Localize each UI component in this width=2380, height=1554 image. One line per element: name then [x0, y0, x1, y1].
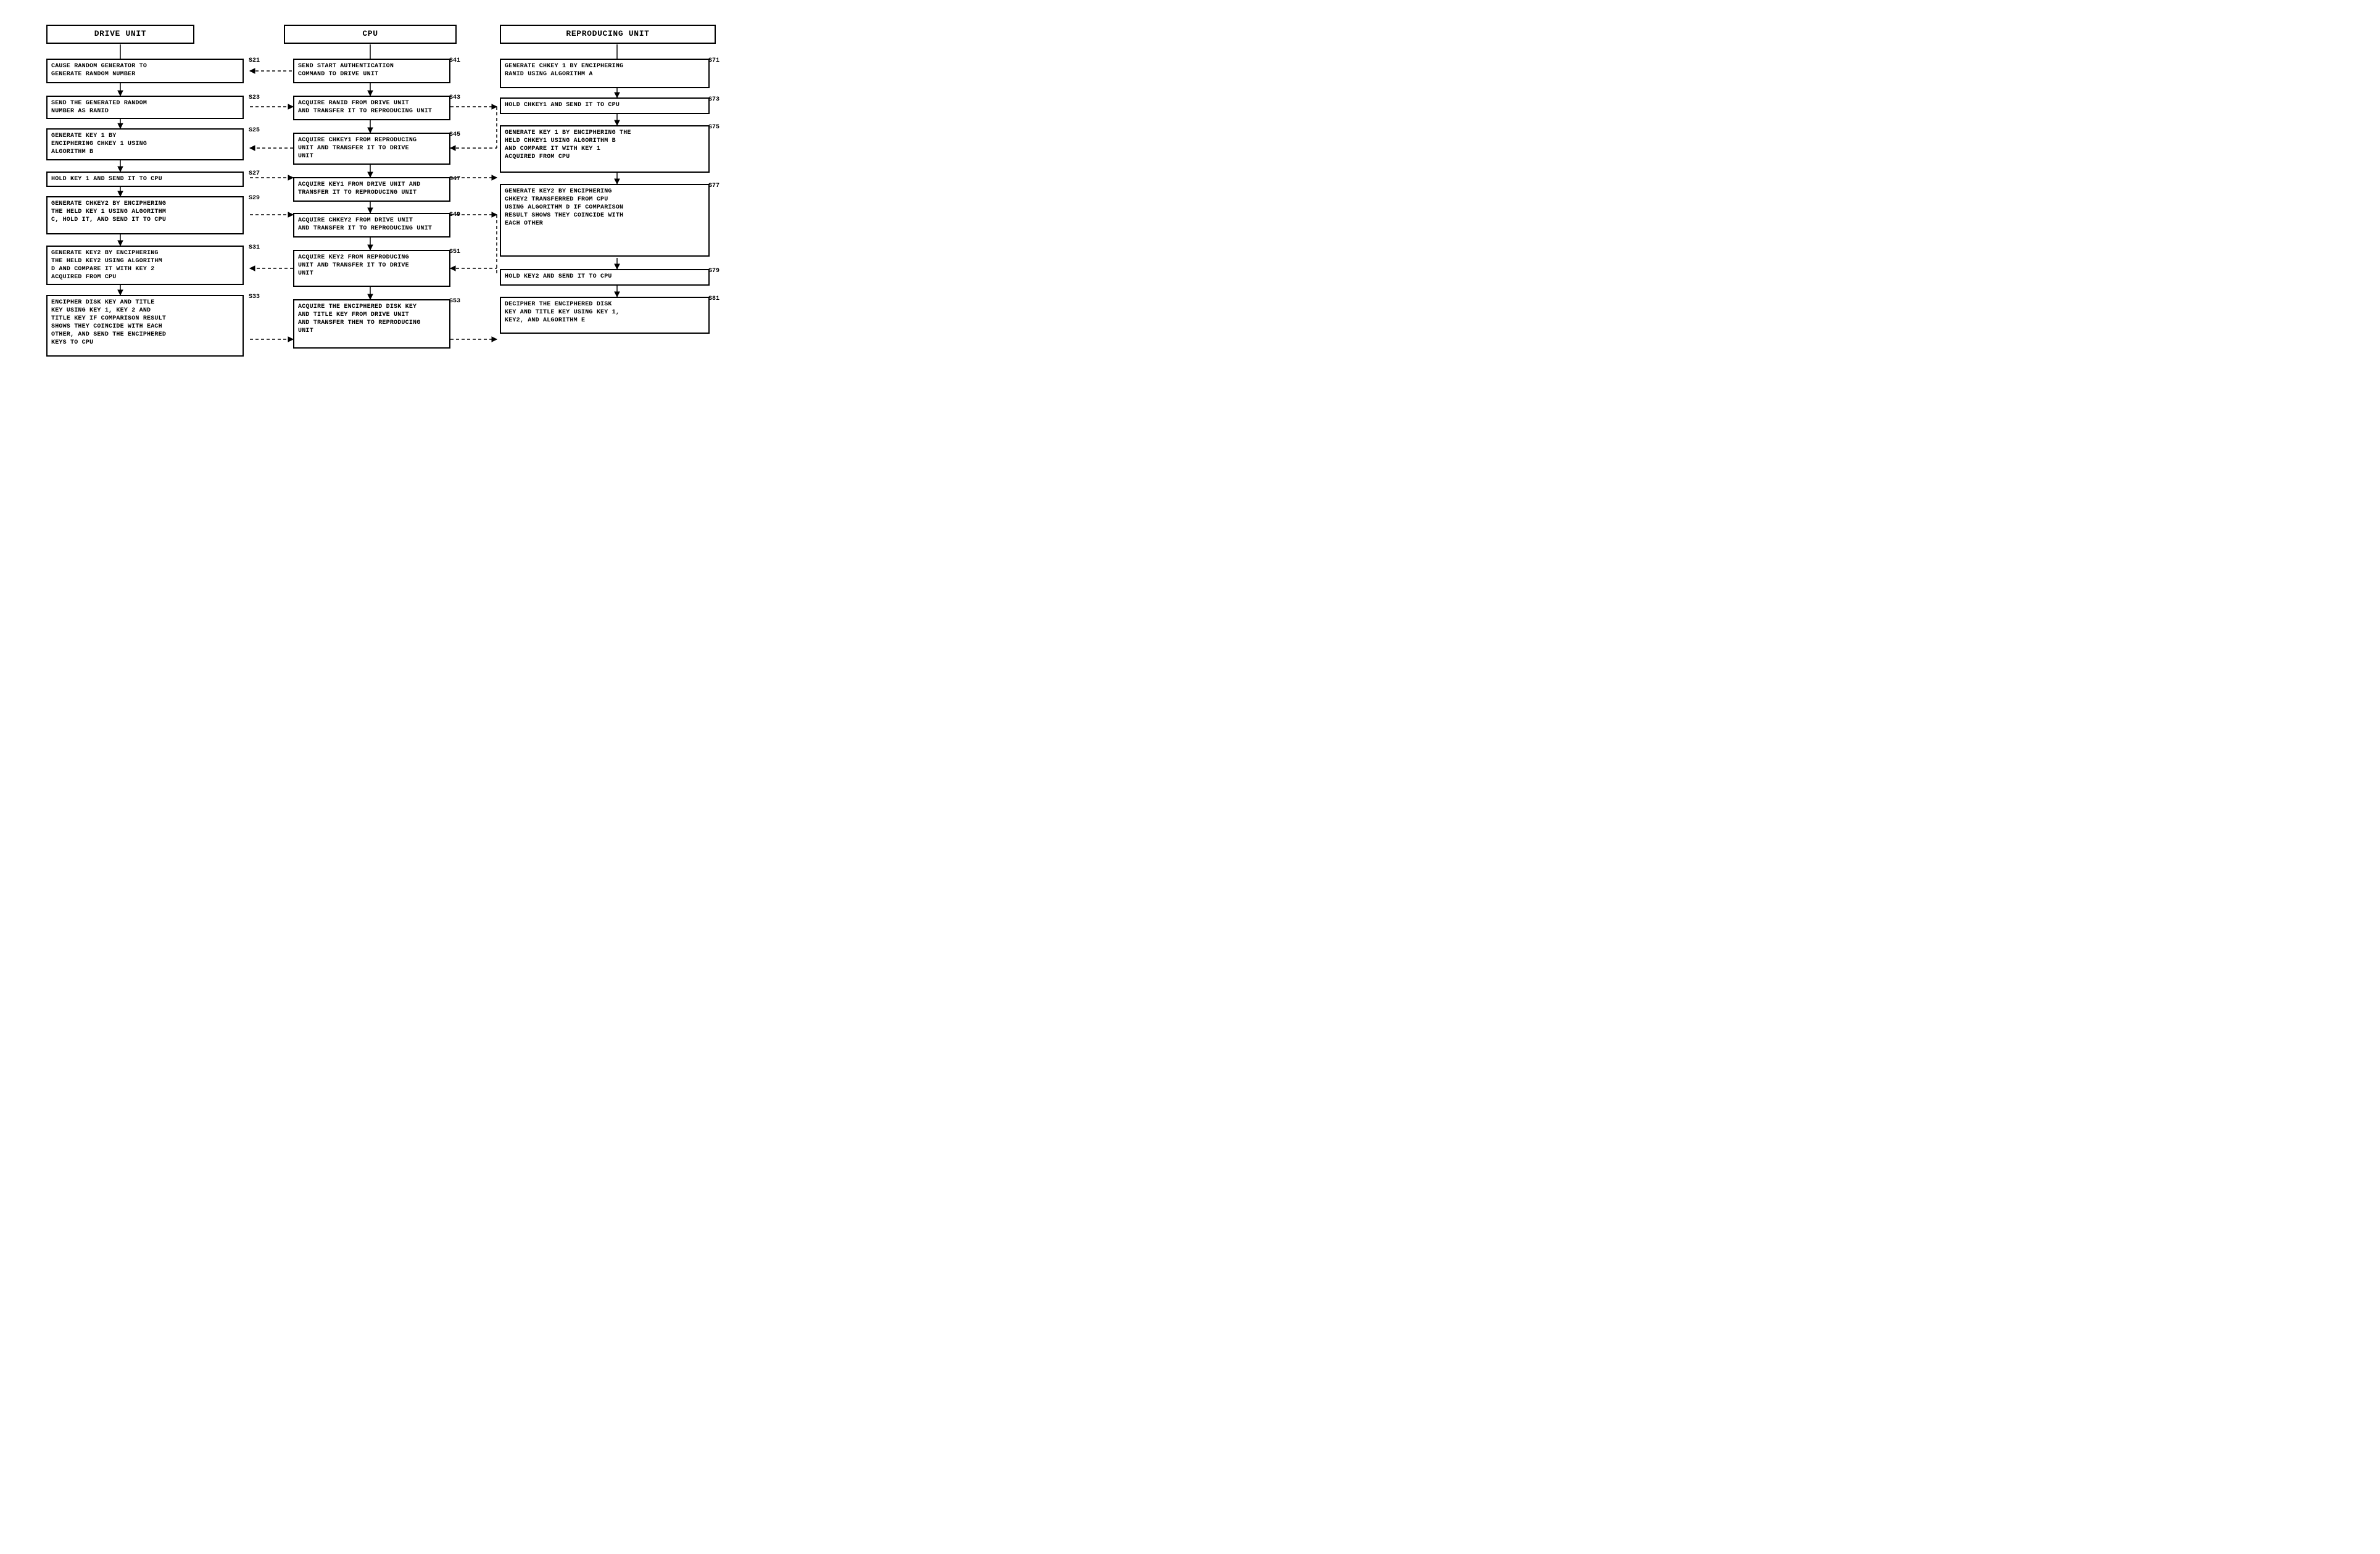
- s45-box: ACQUIRE CHKEY1 FROM REPRODUCING UNIT AND…: [293, 133, 450, 165]
- s75-label: S75: [708, 124, 719, 131]
- s43-label: S43: [449, 94, 460, 101]
- s25-text: GENERATE KEY 1 BY ENCIPHERING CHKEY 1 US…: [51, 133, 147, 155]
- s77-text: GENERATE KEY2 BY ENCIPHERING CHKEY2 TRAN…: [505, 188, 623, 227]
- s27-label: S27: [249, 170, 260, 177]
- s73-box: HOLD CHKEY1 AND SEND IT TO CPU: [500, 97, 710, 114]
- s79-label: S79: [708, 268, 719, 275]
- s73-label: S73: [708, 96, 719, 103]
- s33-box: ENCIPHER DISK KEY AND TITLE KEY USING KE…: [46, 295, 244, 357]
- s79-box: HOLD KEY2 AND SEND IT TO CPU: [500, 269, 710, 286]
- s27-text: HOLD KEY 1 AND SEND IT TO CPU: [51, 176, 162, 183]
- s51-label: S51: [449, 249, 460, 255]
- s77-label: S77: [708, 183, 719, 189]
- s29-text: GENERATE CHKEY2 BY ENCIPHERING THE HELD …: [51, 200, 166, 223]
- s43-text: ACQUIRE RANID FROM DRIVE UNIT AND TRANSF…: [298, 100, 432, 115]
- s45-label: S45: [449, 131, 460, 138]
- s47-label: S47: [449, 176, 460, 183]
- s31-text: GENERATE KEY2 BY ENCIPHERING THE HELD KE…: [51, 250, 162, 281]
- s71-box: GENERATE CHKEY 1 BY ENCIPHERING RANID US…: [500, 59, 710, 88]
- s25-label: S25: [249, 127, 260, 134]
- s79-text: HOLD KEY2 AND SEND IT TO CPU: [505, 273, 612, 280]
- s77-box: GENERATE KEY2 BY ENCIPHERING CHKEY2 TRAN…: [500, 184, 710, 257]
- reproducing-unit-header: REPRODUCING UNIT: [500, 25, 716, 44]
- s73-text: HOLD CHKEY1 AND SEND IT TO CPU: [505, 102, 620, 109]
- s21-box: CAUSE RANDOM GENERATOR TO GENERATE RANDO…: [46, 59, 244, 83]
- s41-text: SEND START AUTHENTICATION COMMAND TO DRI…: [298, 63, 394, 78]
- s23-box: SEND THE GENERATED RANDOM NUMBER AS RANI…: [46, 96, 244, 119]
- s81-text: DECIPHER THE ENCIPHERED DISK KEY AND TIT…: [505, 301, 620, 324]
- s71-text: GENERATE CHKEY 1 BY ENCIPHERING RANID US…: [505, 63, 623, 78]
- cpu-header: CPU: [284, 25, 457, 44]
- s27-box: HOLD KEY 1 AND SEND IT TO CPU: [46, 172, 244, 187]
- s47-box: ACQUIRE KEY1 FROM DRIVE UNIT AND TRANSFE…: [293, 177, 450, 202]
- s23-label: S23: [249, 94, 260, 101]
- s81-box: DECIPHER THE ENCIPHERED DISK KEY AND TIT…: [500, 297, 710, 334]
- s31-box: GENERATE KEY2 BY ENCIPHERING THE HELD KE…: [46, 246, 244, 285]
- s43-box: ACQUIRE RANID FROM DRIVE UNIT AND TRANSF…: [293, 96, 450, 120]
- flowchart-diagram: DRIVE UNIT CPU REPRODUCING UNIT S21 CAUS…: [12, 12, 728, 518]
- s51-box: ACQUIRE KEY2 FROM REPRODUCING UNIT AND T…: [293, 250, 450, 287]
- s71-label: S71: [708, 57, 719, 64]
- s21-label: S21: [249, 57, 260, 64]
- s75-box: GENERATE KEY 1 BY ENCIPHERING THE HELD C…: [500, 125, 710, 173]
- s47-text: ACQUIRE KEY1 FROM DRIVE UNIT AND TRANSFE…: [298, 181, 420, 196]
- s29-label: S29: [249, 195, 260, 202]
- s23-text: SEND THE GENERATED RANDOM NUMBER AS RANI…: [51, 100, 147, 115]
- s45-text: ACQUIRE CHKEY1 FROM REPRODUCING UNIT AND…: [298, 137, 417, 160]
- s33-label: S33: [249, 294, 260, 300]
- s81-label: S81: [708, 296, 719, 302]
- s75-text: GENERATE KEY 1 BY ENCIPHERING THE HELD C…: [505, 130, 631, 160]
- drive-unit-header: DRIVE UNIT: [46, 25, 194, 44]
- s53-text: ACQUIRE THE ENCIPHERED DISK KEY AND TITL…: [298, 304, 420, 334]
- s41-box: SEND START AUTHENTICATION COMMAND TO DRI…: [293, 59, 450, 83]
- s29-box: GENERATE CHKEY2 BY ENCIPHERING THE HELD …: [46, 196, 244, 234]
- s49-text: ACQUIRE CHKEY2 FROM DRIVE UNIT AND TRANS…: [298, 217, 432, 232]
- s21-text: CAUSE RANDOM GENERATOR TO GENERATE RANDO…: [51, 63, 147, 78]
- s41-label: S41: [449, 57, 460, 64]
- s53-label: S53: [449, 298, 460, 305]
- s49-box: ACQUIRE CHKEY2 FROM DRIVE UNIT AND TRANS…: [293, 213, 450, 238]
- s51-text: ACQUIRE KEY2 FROM REPRODUCING UNIT AND T…: [298, 254, 409, 277]
- s25-box: GENERATE KEY 1 BY ENCIPHERING CHKEY 1 US…: [46, 128, 244, 160]
- s53-box: ACQUIRE THE ENCIPHERED DISK KEY AND TITL…: [293, 299, 450, 349]
- s33-text: ENCIPHER DISK KEY AND TITLE KEY USING KE…: [51, 299, 166, 346]
- s31-label: S31: [249, 244, 260, 251]
- s49-label: S49: [449, 212, 460, 218]
